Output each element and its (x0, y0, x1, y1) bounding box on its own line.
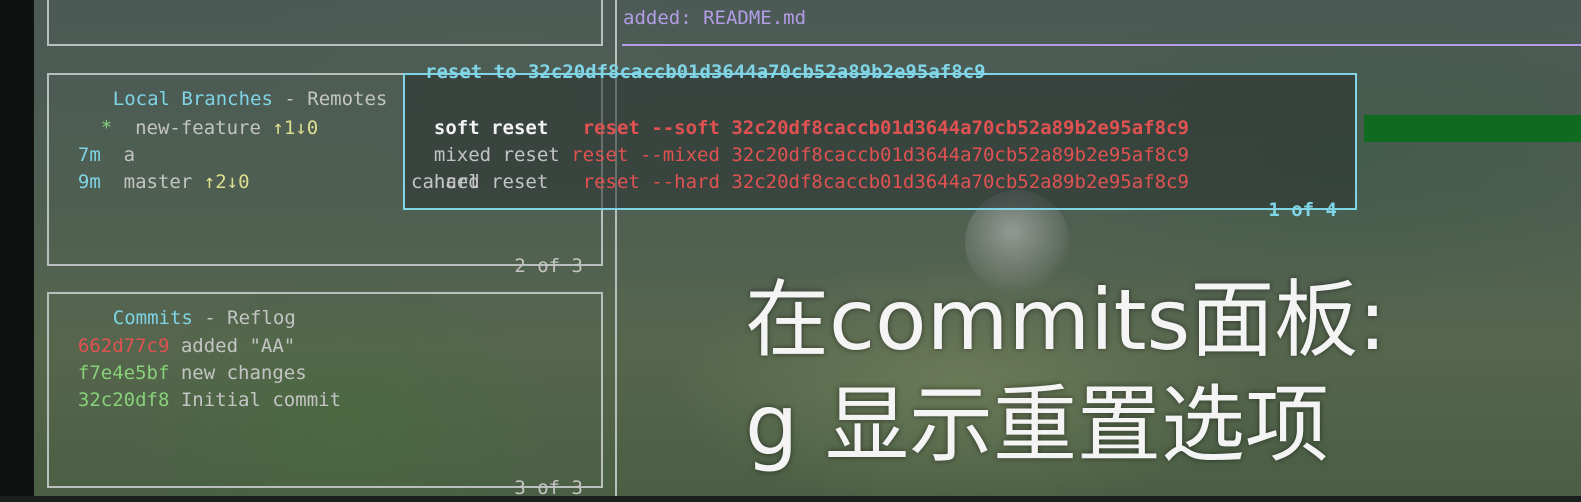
caption-line-2: g 显示重置选项 (745, 376, 1330, 474)
branches-panel-counter: 2 of 3 (514, 255, 583, 277)
commit-message: Initial commit (180, 389, 342, 411)
diff-highlight-bar (1364, 115, 1581, 142)
commit-hash: 32c20df8 (77, 389, 170, 411)
menu-option-command: reset --hard 32c20df8caccb01d3644a70cb52… (582, 171, 1189, 193)
menu-option-cancel[interactable]: cancel (411, 169, 480, 196)
reset-menu-counter: 1 of 4 (1268, 199, 1337, 221)
branch-row[interactable]: 9m master ↑2↓0 (55, 142, 250, 196)
branch-age: 9m (77, 171, 101, 193)
menu-option-hard-reset[interactable]: hard reset reset --hard 32c20df8caccb01d… (411, 142, 1189, 196)
left-edge (0, 0, 34, 496)
reset-menu-title: reset to 32c20df8caccb01d3644a70cb52a89b… (425, 61, 986, 83)
main-panel-divider (622, 44, 1581, 46)
caption-line-1: 在commits面板: (745, 271, 1387, 369)
commits-panel-counter: 3 of 3 (514, 477, 583, 499)
video-caption: 在commits面板: g 显示重置选项 (745, 268, 1387, 478)
commit-row[interactable]: 32c20df8 Initial commit (55, 360, 341, 414)
top-left-panel (47, 0, 603, 46)
tab-remotes[interactable]: Remotes (307, 88, 387, 110)
branch-status: ↑1↓0 (272, 117, 319, 139)
branch-status: ↑2↓0 (203, 171, 250, 193)
branch-name: new-feature (135, 117, 261, 139)
commit-message-line: added: README.md (623, 7, 807, 29)
branch-name: master (123, 171, 193, 193)
